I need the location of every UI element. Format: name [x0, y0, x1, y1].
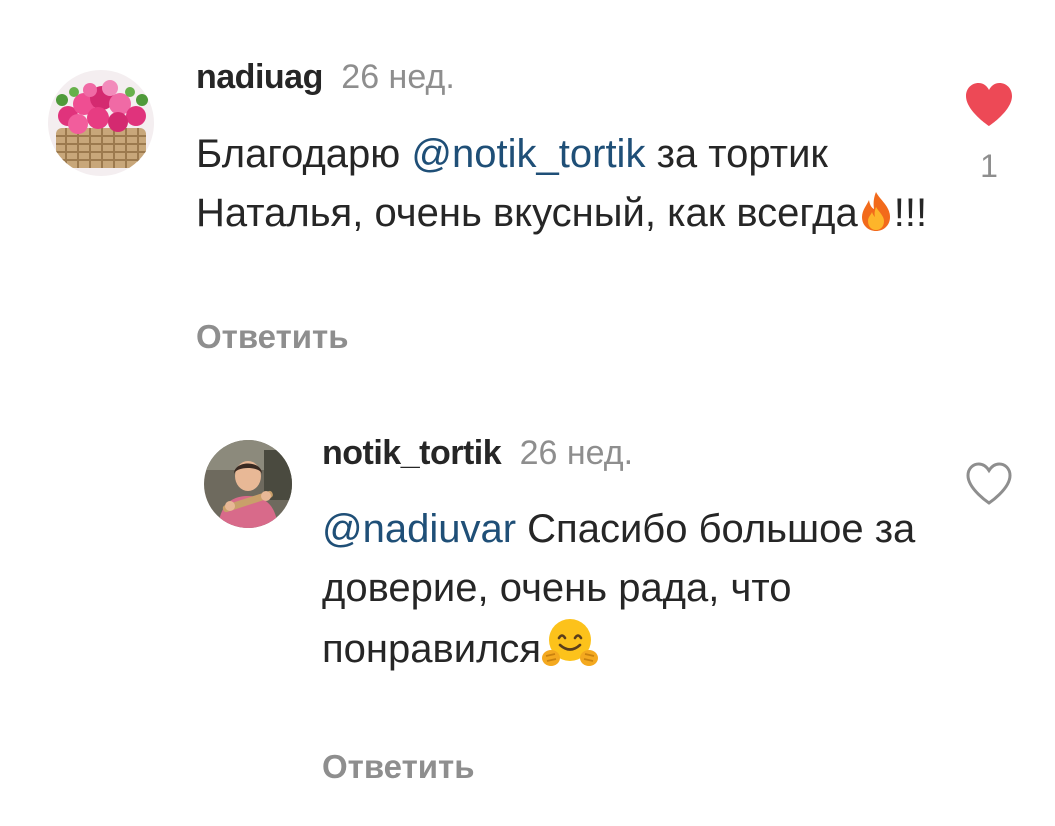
person-photo-avatar-image: [204, 440, 292, 528]
reply-label: Ответить: [322, 748, 475, 785]
heart-outline-icon: [966, 462, 1012, 505]
like-button[interactable]: [964, 461, 1014, 507]
mention-link[interactable]: @nadiuvar: [322, 507, 516, 551]
reply-label: Ответить: [196, 318, 349, 355]
comment-text-prefix: Благодарю: [196, 132, 412, 176]
mention-link[interactable]: @notik_tortik: [411, 132, 645, 176]
comment-timestamp: 26 нед.: [519, 434, 634, 472]
comment-text: Благодарю @notik_tortik за тортик Наталь…: [196, 125, 956, 249]
fire-emoji-icon: [858, 190, 894, 249]
flower-basket-avatar-image: [48, 70, 154, 176]
comment-text-end: !!!: [893, 191, 928, 235]
comment-text: @nadiuvar Спасибо большое за доверие, оч…: [322, 500, 942, 685]
avatar[interactable]: [48, 70, 154, 176]
reply-button[interactable]: Ответить: [322, 748, 475, 786]
comments-screen: nadiuag 26 нед. Благодарю @notik_tortik …: [0, 0, 1055, 826]
comment-timestamp: 26 нед.: [341, 58, 455, 96]
comment-header: nadiuag 26 нед.: [196, 58, 455, 97]
like-button[interactable]: [964, 82, 1014, 128]
like-count[interactable]: 1: [964, 148, 1014, 185]
comment-username[interactable]: notik_tortik: [322, 434, 502, 472]
reply-button[interactable]: Ответить: [196, 318, 349, 356]
hugging-face-emoji-icon: [541, 618, 599, 685]
comment-header: notik_tortik 26 нед.: [322, 434, 633, 473]
heart-filled-icon: [966, 83, 1012, 126]
avatar[interactable]: [204, 440, 292, 528]
comment-username[interactable]: nadiuag: [196, 58, 323, 96]
